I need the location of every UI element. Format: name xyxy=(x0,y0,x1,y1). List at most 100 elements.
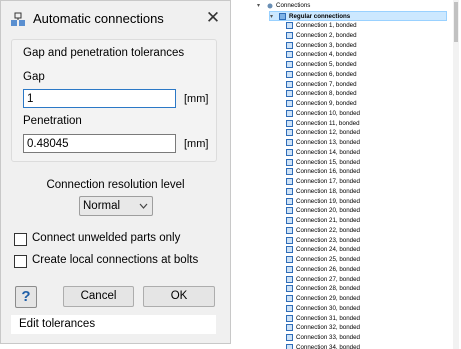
title-bar: Automatic connections ✕ xyxy=(1,1,230,37)
connection-icon xyxy=(286,275,293,283)
connection-icon xyxy=(286,207,293,215)
tree-connection-item[interactable]: Connection 30, bonded xyxy=(286,304,446,314)
connection-icon xyxy=(286,343,293,349)
gap-label: Gap xyxy=(23,71,45,83)
gap-input[interactable] xyxy=(23,89,176,108)
connection-label: Connection 15, bonded xyxy=(296,158,360,166)
tree-connection-item[interactable]: Connection 34, bonded xyxy=(286,343,446,349)
connection-label: Connection 19, bonded xyxy=(296,197,360,205)
tree-connection-item[interactable]: Connection 26, bonded xyxy=(286,265,446,275)
tree-connection-item[interactable]: Connection 27, bonded xyxy=(286,275,446,285)
checkbox-box[interactable] xyxy=(14,233,27,246)
connection-icon xyxy=(286,129,293,137)
connection-label: Connection 33, bonded xyxy=(296,334,360,341)
tree-connection-item[interactable]: Connection 10, bonded xyxy=(286,109,446,119)
connection-label: Connection 21, bonded xyxy=(296,217,360,224)
connection-label: Connection 18, bonded xyxy=(296,187,360,195)
connection-icon xyxy=(286,109,293,117)
tree-connection-item[interactable]: Connection 31, bonded xyxy=(286,314,446,324)
tree-connection-item[interactable]: Connection 11, bonded xyxy=(286,119,446,129)
checkbox-label: Connect unwelded parts only xyxy=(32,232,181,244)
connection-label: Connection 13, bonded xyxy=(296,139,360,146)
scrollbar-thumb[interactable] xyxy=(454,2,458,42)
automatic-connections-dialog: Automatic connections ✕ Gap and penetrat… xyxy=(0,0,231,344)
connection-label: Connection 1, bonded xyxy=(296,22,357,29)
tree-connection-item[interactable]: Connection 1, bonded xyxy=(286,21,446,31)
tree-connection-item[interactable]: Connection 12, bonded xyxy=(286,128,446,138)
connection-label: Connection 5, bonded xyxy=(296,61,357,68)
connections-folder-icon xyxy=(267,3,273,9)
connection-icon xyxy=(286,295,293,302)
connection-label: Connection 11, bonded xyxy=(296,119,360,127)
connection-label: Connection 2, bonded xyxy=(296,31,357,39)
chevron-down-icon xyxy=(139,198,148,217)
tree-connection-item[interactable]: Connection 3, bonded xyxy=(286,41,446,51)
tree-group-regular-connections[interactable]: ▾ Regular connections xyxy=(269,11,447,21)
connection-icon xyxy=(286,139,293,146)
tree-connection-item[interactable]: Connection 15, bonded xyxy=(286,158,446,168)
tree-connection-item[interactable]: Connection 14, bonded xyxy=(286,148,446,158)
tree-connection-item[interactable]: Connection 4, bonded xyxy=(286,50,446,60)
ok-button[interactable]: OK xyxy=(143,286,215,307)
tree-connection-item[interactable]: Connection 24, bonded xyxy=(286,245,446,255)
tree-connection-item[interactable]: Connection 21, bonded xyxy=(286,216,446,226)
tree-connection-item[interactable]: Connection 5, bonded xyxy=(286,60,446,70)
resolution-level-label: Connection resolution level xyxy=(46,179,185,191)
tree-connection-item[interactable]: Connection 28, bonded xyxy=(286,284,446,294)
close-icon[interactable]: ✕ xyxy=(203,7,223,29)
tree-connection-item[interactable]: Connection 32, bonded xyxy=(286,323,446,333)
connection-icon xyxy=(286,334,293,341)
collapse-icon[interactable]: ▾ xyxy=(257,1,260,11)
tree-connection-item[interactable]: Connection 9, bonded xyxy=(286,99,446,109)
tree-connection-item[interactable]: Connection 8, bonded xyxy=(286,89,446,99)
collapse-icon[interactable]: ▾ xyxy=(270,12,273,22)
penetration-label: Penetration xyxy=(23,115,82,127)
connect-unwelded-checkbox[interactable]: Connect unwelded parts only xyxy=(14,232,214,248)
tree-connection-item[interactable]: Connection 6, bonded xyxy=(286,70,446,80)
tree-connection-item[interactable]: Connection 17, bonded xyxy=(286,177,446,187)
help-icon[interactable]: ? xyxy=(15,286,37,308)
connection-icon xyxy=(286,304,293,312)
checkbox-box[interactable] xyxy=(14,255,27,268)
connection-icon xyxy=(286,285,293,293)
connection-label: Connection 4, bonded xyxy=(296,51,357,59)
connection-label: Connection 26, bonded xyxy=(296,265,360,273)
cancel-button[interactable]: Cancel xyxy=(63,286,134,307)
tree-connection-item[interactable]: Connection 2, bonded xyxy=(286,31,446,41)
connection-label: Connection 10, bonded xyxy=(296,109,360,117)
penetration-input[interactable] xyxy=(23,134,176,153)
tree-connection-item[interactable]: Connection 13, bonded xyxy=(286,138,446,148)
connection-icon xyxy=(286,187,293,195)
connections-tree: ▾ Connections ▾ Regular connections Conn… xyxy=(253,0,461,349)
tree-connection-item[interactable]: Connection 33, bonded xyxy=(286,333,446,343)
tree-root-connections[interactable]: ▾ Connections xyxy=(257,1,437,11)
connection-label: Connection 32, bonded xyxy=(296,324,360,332)
connection-icon xyxy=(286,80,293,88)
group-title: Gap and penetration tolerances xyxy=(23,47,185,59)
group-icon xyxy=(279,13,286,20)
connection-icon xyxy=(286,265,293,273)
tree-connection-item[interactable]: Connection 20, bonded xyxy=(286,206,446,216)
tolerances-group: Gap and penetration tolerances Gap [mm] … xyxy=(11,39,217,162)
tree-connection-item[interactable]: Connection 19, bonded xyxy=(286,197,446,207)
connection-icon xyxy=(286,100,293,107)
connection-label: Connection 27, bonded xyxy=(296,275,360,283)
tree-connection-item[interactable]: Connection 16, bonded xyxy=(286,167,446,177)
connection-label: Connection 7, bonded xyxy=(296,80,357,88)
connection-label: Connection 28, bonded xyxy=(296,285,360,293)
connection-icon xyxy=(286,90,293,98)
tree-connection-item[interactable]: Connection 22, bonded xyxy=(286,226,446,236)
tree-connection-item[interactable]: Connection 23, bonded xyxy=(286,236,446,246)
connection-label: Connection 30, bonded xyxy=(296,304,360,312)
tree-connection-item[interactable]: Connection 25, bonded xyxy=(286,255,446,265)
connection-icon xyxy=(286,41,293,49)
connection-icon xyxy=(286,148,293,156)
connection-label: Connection 6, bonded xyxy=(296,70,357,78)
resolution-level-select[interactable]: Normal xyxy=(79,196,153,216)
tree-scrollbar[interactable] xyxy=(453,0,459,349)
connection-icon xyxy=(286,178,293,185)
tree-connection-item[interactable]: Connection 7, bonded xyxy=(286,80,446,90)
tree-connection-item[interactable]: Connection 29, bonded xyxy=(286,294,446,304)
create-local-connections-checkbox[interactable]: Create local connections at bolts xyxy=(14,254,214,270)
tree-connection-item[interactable]: Connection 18, bonded xyxy=(286,187,446,197)
